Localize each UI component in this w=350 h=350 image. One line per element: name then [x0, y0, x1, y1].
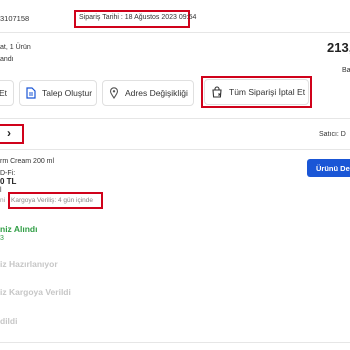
- first-action-button[interactable]: Et: [0, 80, 14, 106]
- order-total: 213,: [327, 40, 350, 55]
- order-summary: at, 1 Ürün: [0, 44, 31, 51]
- product-extra: l: [0, 187, 2, 194]
- product-action-button[interactable]: Ürünü Değ: [307, 159, 350, 177]
- document-icon: [26, 87, 36, 99]
- bottom-divider: [0, 342, 350, 343]
- address-change-label: Adres Değişikliği: [125, 88, 188, 98]
- product-variant: D-Fi:: [0, 170, 16, 177]
- order-date: Sipariş Tarihi : 18 Ağustos 2023 09:54: [79, 14, 197, 21]
- product-action-label: Ürünü Değ: [316, 163, 350, 173]
- actions-divider: [0, 118, 350, 119]
- cancel-all-order-label: Tüm Siparişi İptal Et: [229, 87, 306, 97]
- order-number: 3107158: [0, 14, 30, 23]
- chevron-right-icon[interactable]: ›: [3, 126, 15, 140]
- timeline-received-sub: 3: [0, 235, 4, 242]
- timeline-received: niz Alındı: [0, 224, 38, 234]
- seller-name[interactable]: Satıcı: D: [319, 131, 346, 138]
- cargo-prefix: ni: [0, 197, 6, 204]
- order-total-sub: Ba: [342, 67, 350, 74]
- timeline-preparing: iz Hazırlanıyor: [0, 259, 58, 269]
- timeline-shipped: iz Kargoya Verildi: [0, 287, 71, 297]
- location-pin-icon: [109, 87, 119, 99]
- timeline-delivered: dildi: [0, 316, 18, 326]
- create-request-button[interactable]: Talep Oluştur: [19, 80, 97, 106]
- first-action-label: Et: [0, 88, 8, 98]
- address-change-button[interactable]: Adres Değişikliği: [102, 80, 194, 106]
- create-request-label: Talep Oluştur: [42, 88, 93, 98]
- order-status: andı: [0, 56, 14, 63]
- cargo-estimate: Kargoya Veriliş: 4 gün içinde: [11, 197, 94, 204]
- product-name: rm Cream 200 ml: [0, 158, 55, 165]
- bag-cancel-icon: [211, 86, 223, 98]
- seller-divider: [0, 149, 350, 150]
- cancel-all-order-button[interactable]: Tüm Siparişi İptal Et: [204, 79, 309, 105]
- header-divider: [0, 32, 350, 33]
- product-price: 0 TL: [0, 177, 17, 186]
